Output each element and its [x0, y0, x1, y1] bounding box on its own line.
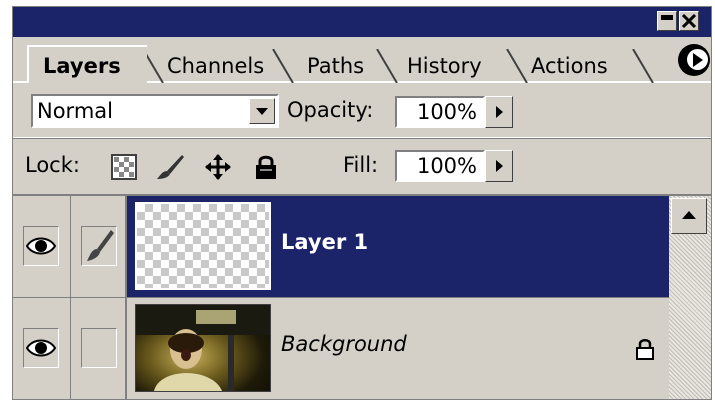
- layer-name-area[interactable]: Background: [127, 298, 669, 399]
- fill-input[interactable]: 100%: [395, 150, 485, 182]
- tab-channels[interactable]: Channels: [145, 49, 264, 83]
- panel-menu-arrow-icon: [693, 53, 703, 67]
- brush-icon: [87, 230, 114, 261]
- visibility-toggle[interactable]: [23, 328, 59, 368]
- tab-actions[interactable]: Actions: [509, 49, 608, 83]
- layer-row[interactable]: Layer 1: [13, 196, 669, 298]
- close-button[interactable]: [679, 11, 699, 31]
- lock-position-icon[interactable]: [205, 154, 231, 180]
- panel-menu-button[interactable]: [678, 44, 710, 76]
- lock-fill-row: Lock: Fill: 100%: [13, 138, 711, 196]
- tab-paths[interactable]: Paths: [285, 49, 364, 83]
- layers-palette: Layers Channels Paths History Actions No…: [12, 6, 712, 400]
- opacity-input[interactable]: 100%: [395, 96, 485, 128]
- chevron-down-icon[interactable]: [249, 98, 275, 124]
- visibility-toggle[interactable]: [23, 226, 59, 266]
- lock-icon: [636, 339, 654, 360]
- blend-mode-value: Normal: [37, 99, 113, 123]
- minimize-icon: [661, 15, 673, 20]
- layer-name[interactable]: Background: [281, 332, 407, 356]
- palette-title-bar[interactable]: [13, 7, 711, 37]
- visibility-column: [13, 298, 71, 399]
- layer-name[interactable]: Layer 1: [281, 230, 368, 254]
- eye-icon: [26, 339, 56, 357]
- tab-layers[interactable]: Layers: [27, 45, 147, 83]
- eye-icon: [26, 237, 56, 255]
- layers-list: Layer 1 Background: [13, 196, 669, 399]
- palette-tabs: Layers Channels Paths History Actions: [13, 37, 711, 83]
- layer-thumbnail: [135, 304, 271, 392]
- lock-transparency-icon[interactable]: [111, 154, 137, 180]
- lock-image-icon[interactable]: [155, 154, 185, 180]
- layer-name-area[interactable]: Layer 1: [127, 196, 669, 297]
- brush-toggle[interactable]: [81, 328, 117, 368]
- tab-divider: [632, 49, 654, 83]
- layer-thumbnail: [135, 202, 271, 290]
- link-column: [71, 298, 127, 399]
- tab-history[interactable]: History: [385, 49, 482, 83]
- blend-opacity-row: Normal Opacity: 100%: [13, 85, 711, 138]
- opacity-label: Opacity:: [287, 98, 374, 122]
- scroll-up-button[interactable]: [671, 198, 707, 234]
- close-icon: [682, 14, 696, 28]
- lock-label: Lock:: [25, 153, 80, 177]
- visibility-column: [13, 196, 71, 297]
- photo-thumbnail-image: [136, 305, 270, 391]
- fill-label: Fill:: [343, 153, 379, 177]
- link-column: [71, 196, 127, 297]
- minimize-button[interactable]: [657, 11, 677, 31]
- layers-scrollbar[interactable]: [669, 196, 711, 399]
- brush-toggle[interactable]: [81, 226, 117, 266]
- opacity-slider-button[interactable]: [485, 96, 513, 128]
- lock-all-icon[interactable]: [253, 154, 279, 180]
- layer-row[interactable]: Background: [13, 298, 669, 399]
- blend-mode-select[interactable]: Normal: [31, 94, 279, 128]
- fill-slider-button[interactable]: [485, 150, 513, 182]
